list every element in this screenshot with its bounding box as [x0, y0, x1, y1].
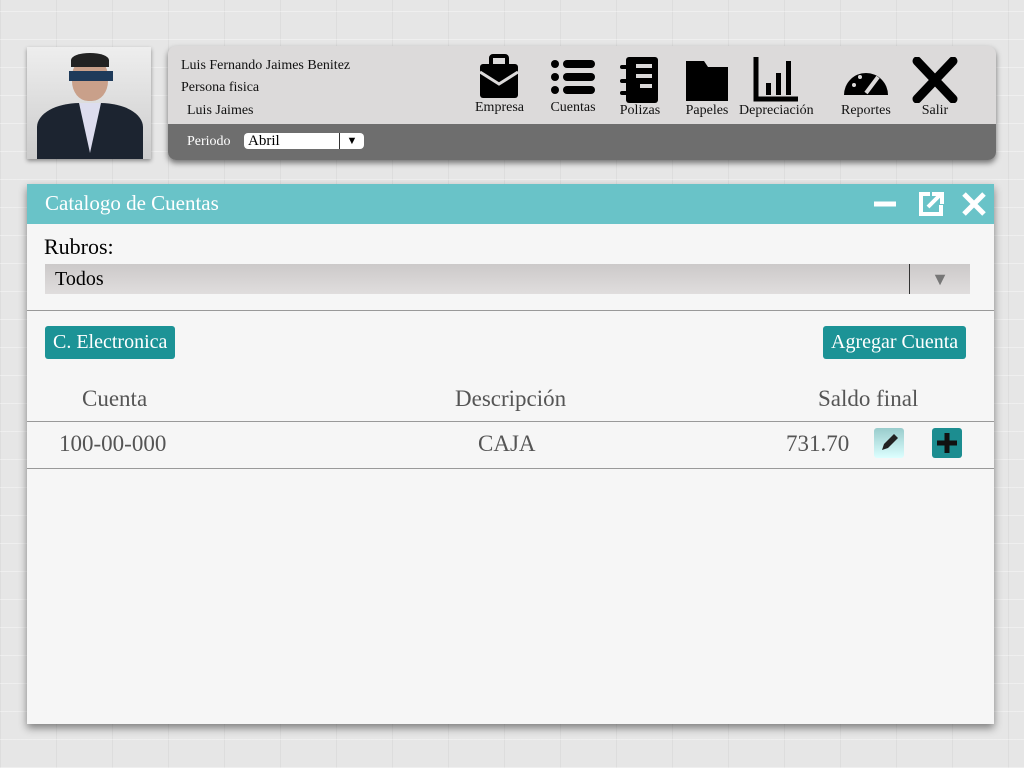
c-electronica-button[interactable]: C. Electronica [45, 326, 176, 359]
popout-icon[interactable] [918, 191, 944, 217]
nav-reportes[interactable]: Reportes [841, 57, 891, 119]
list-icon [551, 60, 595, 94]
gauge-icon [843, 73, 888, 95]
column-header-cuenta: Cuenta [82, 386, 148, 411]
nav-cuentas[interactable]: Cuentas [549, 54, 597, 116]
close-icon [912, 57, 958, 103]
catalogo-window: Catalogo de Cuentas Rubros: Todos ▼ C. El… [27, 184, 994, 724]
minimize-icon[interactable] [872, 191, 898, 217]
nav-salir[interactable]: Salir [911, 57, 959, 119]
nav-empresa[interactable]: Empresa [475, 54, 524, 116]
rubros-label: Rubros: [44, 234, 114, 259]
add-plus-icon[interactable] [932, 428, 962, 458]
notebook-icon [620, 57, 658, 103]
user-short-name: Luis Jaimes [187, 103, 254, 118]
divider [27, 468, 994, 469]
column-header-descripcion: Descripción [455, 386, 567, 411]
chevron-down-icon: ▼ [339, 133, 364, 149]
window-title: Catalogo de Cuentas [45, 191, 219, 215]
briefcase-icon [479, 54, 520, 98]
rubros-select[interactable]: Todos ▼ [45, 264, 970, 294]
user-avatar [27, 47, 151, 159]
window-titlebar: Catalogo de Cuentas [27, 184, 994, 224]
column-header-saldo: Saldo final [818, 386, 919, 411]
divider [27, 421, 994, 422]
nav-papeles[interactable]: Papeles [683, 57, 731, 119]
periodo-select[interactable]: Abril ▼ [244, 133, 364, 149]
top-toolbar: Luis Fernando Jaimes Benitez Persona fis… [168, 46, 996, 160]
chevron-down-icon: ▼ [909, 264, 970, 294]
close-window-icon[interactable] [961, 191, 987, 217]
user-name: Luis Fernando Jaimes Benitez [181, 58, 351, 73]
folder-icon [686, 61, 728, 101]
cell-saldo: 731.70 [786, 431, 850, 456]
nav-depreciacion[interactable]: Depreciación [739, 57, 814, 119]
periodo-label: Periodo [187, 134, 231, 149]
edit-pencil-icon[interactable] [874, 428, 904, 458]
bar-chart-icon [753, 57, 799, 102]
divider [27, 310, 994, 311]
period-bar: Periodo Abril ▼ [168, 124, 996, 160]
user-type: Persona fisica [181, 80, 260, 95]
agregar-cuenta-button[interactable]: Agregar Cuenta [823, 326, 967, 359]
nav-polizas[interactable]: Polizas [616, 57, 664, 119]
cell-cuenta: 100-00-000 [59, 431, 167, 456]
cell-descripcion: CAJA [478, 431, 536, 456]
